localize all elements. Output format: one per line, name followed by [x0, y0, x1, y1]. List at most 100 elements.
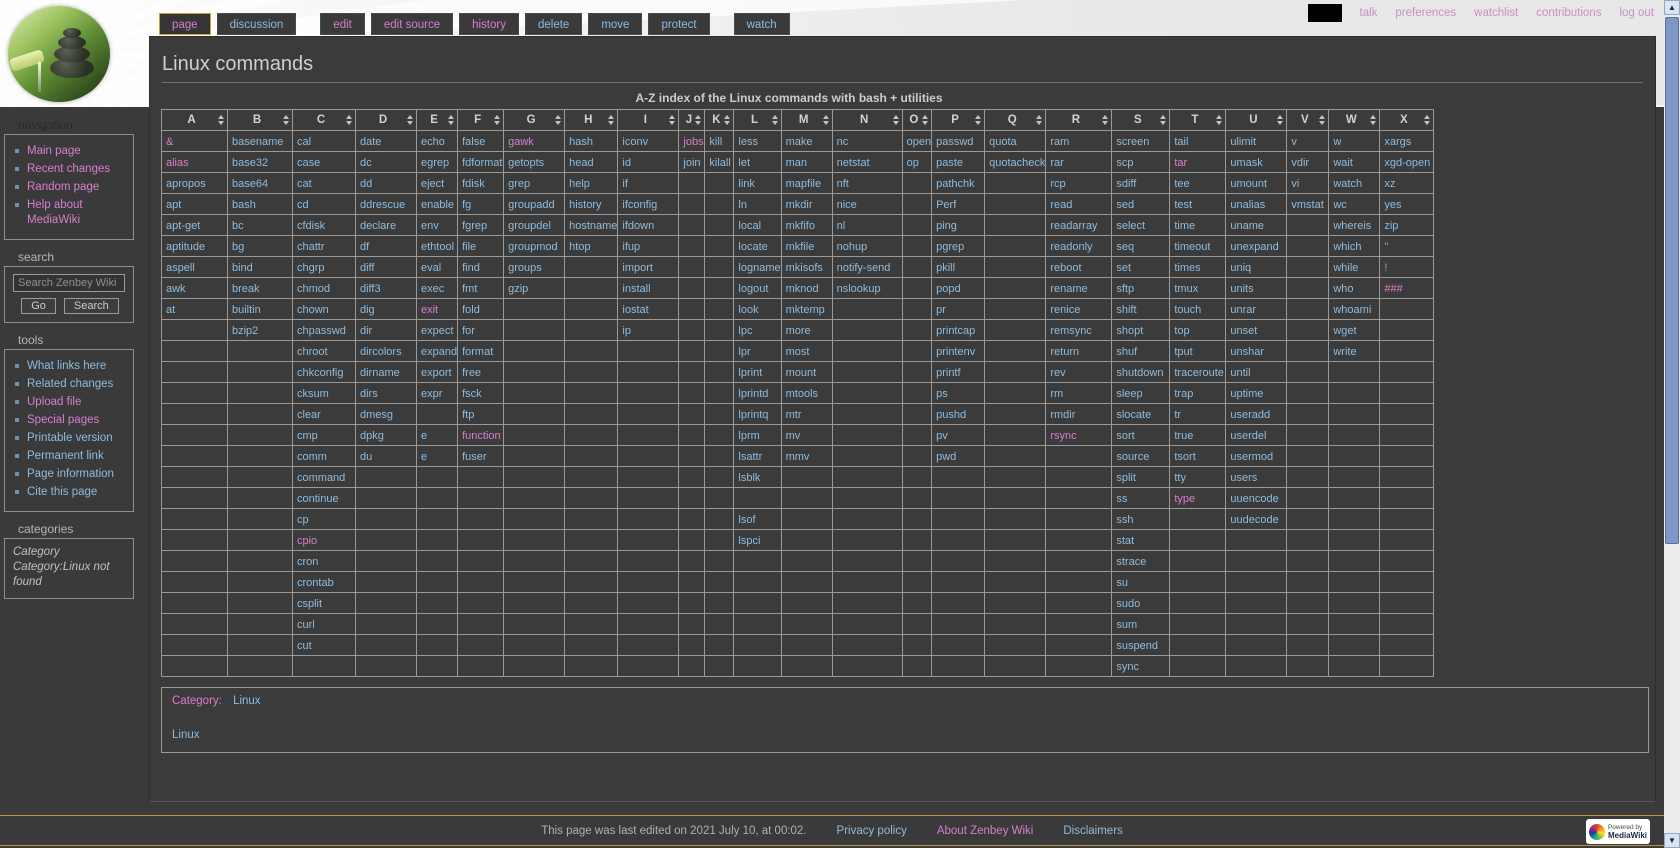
command-link-diff[interactable]: diff — [360, 262, 374, 274]
command-link-unexpand[interactable]: unexpand — [1230, 241, 1278, 253]
command-link-exit[interactable]: exit — [421, 304, 438, 316]
command-link-pr[interactable]: pr — [936, 304, 946, 316]
command-link-zip[interactable]: zip — [1384, 220, 1398, 232]
command-link-cmp[interactable]: cmp — [297, 430, 318, 442]
command-link-shutdown[interactable]: shutdown — [1116, 367, 1163, 379]
command-link-hash[interactable]: hash — [569, 136, 593, 148]
command-link-suspend[interactable]: suspend — [1116, 640, 1158, 652]
command-link-date[interactable]: date — [360, 136, 381, 148]
command-link-logname[interactable]: logname — [738, 262, 780, 274]
footer-link-about-zenbey-wiki[interactable]: About Zenbey Wiki — [937, 825, 1034, 837]
user-link-contributions[interactable]: contributions — [1536, 7, 1601, 19]
command-link-env[interactable]: env — [421, 220, 439, 232]
command-link-ping[interactable]: ping — [936, 220, 957, 232]
command-link-mkisofs[interactable]: mkisofs — [786, 262, 823, 274]
command-link-nc[interactable]: nc — [837, 136, 849, 148]
column-header-I[interactable]: I — [618, 110, 679, 131]
command-link-if[interactable]: if — [622, 178, 628, 190]
command-link-eval[interactable]: eval — [421, 262, 441, 274]
command-link-pwd[interactable]: pwd — [936, 451, 956, 463]
command-link-dd[interactable]: dd — [360, 178, 372, 190]
tab-edit-source[interactable]: edit source — [371, 13, 453, 35]
command-link-logout[interactable]: logout — [738, 283, 768, 295]
command-link-lsblk[interactable]: lsblk — [738, 472, 760, 484]
command-link-rm[interactable]: rm — [1050, 388, 1063, 400]
command-link-less[interactable]: less — [738, 136, 758, 148]
command-link-tsort[interactable]: tsort — [1174, 451, 1195, 463]
command-link-local[interactable]: local — [738, 220, 761, 232]
wiki-logo[interactable] — [8, 6, 110, 102]
column-header-A[interactable]: A — [162, 110, 228, 131]
command-link-dir[interactable]: dir — [360, 325, 372, 337]
command-link-rename[interactable]: rename — [1050, 283, 1087, 295]
command-link-chpasswd[interactable]: chpasswd — [297, 325, 346, 337]
column-header-D[interactable]: D — [356, 110, 417, 131]
command-link-crontab[interactable]: crontab — [297, 577, 334, 589]
search-input[interactable] — [13, 274, 125, 292]
command-link-mtr[interactable]: mtr — [786, 409, 802, 421]
command-link-diff3[interactable]: diff3 — [360, 283, 381, 295]
user-link-log-out[interactable]: log out — [1619, 7, 1654, 19]
tab-discussion[interactable]: discussion — [217, 13, 297, 35]
command-link-userdel[interactable]: userdel — [1230, 430, 1266, 442]
command-link-units[interactable]: units — [1230, 283, 1253, 295]
command-link-vdir[interactable]: vdir — [1291, 157, 1309, 169]
command-link-let[interactable]: let — [738, 157, 750, 169]
command-link-yes[interactable]: yes — [1384, 199, 1401, 211]
command-link-read[interactable]: read — [1050, 199, 1072, 211]
command-link-enable[interactable]: enable — [421, 199, 454, 211]
command-link-whoami[interactable]: whoami — [1333, 304, 1371, 316]
tab-history[interactable]: history — [459, 13, 519, 35]
command-link-apropos[interactable]: apropos — [166, 178, 206, 190]
command-link-cal[interactable]: cal — [297, 136, 311, 148]
command-link-quota[interactable]: quota — [989, 136, 1017, 148]
command-link-lpr[interactable]: lpr — [738, 346, 750, 358]
command-link-hostname[interactable]: hostname — [569, 220, 617, 232]
column-header-T[interactable]: T — [1170, 110, 1226, 131]
command-link-man[interactable]: man — [786, 157, 807, 169]
command-link-clear[interactable]: clear — [297, 409, 321, 421]
command-link-wait[interactable]: wait — [1333, 157, 1353, 169]
command-link-return[interactable]: return — [1050, 346, 1079, 358]
command-link-groupadd[interactable]: groupadd — [508, 199, 555, 211]
command-link-wc[interactable]: wc — [1333, 199, 1346, 211]
command-link-v[interactable]: v — [1291, 136, 1297, 148]
command-link-write[interactable]: write — [1333, 346, 1356, 358]
command-link-mknod[interactable]: mknod — [786, 283, 819, 295]
scrollbar-thumb[interactable] — [1665, 17, 1679, 544]
command-link-pv[interactable]: pv — [936, 430, 948, 442]
command-link-expr[interactable]: expr — [421, 388, 442, 400]
command-link-lprintq[interactable]: lprintq — [738, 409, 768, 421]
command-link-sed[interactable]: sed — [1116, 199, 1134, 211]
command-link-ssh[interactable]: ssh — [1116, 514, 1133, 526]
command-link-fgrep[interactable]: fgrep — [462, 220, 487, 232]
command-link-mkdir[interactable]: mkdir — [786, 199, 813, 211]
command-link-uptime[interactable]: uptime — [1230, 388, 1263, 400]
command-link-printenv[interactable]: printenv — [936, 346, 975, 358]
column-header-V[interactable]: V — [1287, 110, 1329, 131]
user-link-preferences[interactable]: preferences — [1395, 7, 1456, 19]
command-link-for[interactable]: for — [462, 325, 475, 337]
command-link-shopt[interactable]: shopt — [1116, 325, 1143, 337]
command-link-fuser[interactable]: fuser — [462, 451, 486, 463]
command-link-case[interactable]: case — [297, 157, 320, 169]
command-link-trap[interactable]: trap — [1174, 388, 1193, 400]
command-link-&[interactable]: & — [166, 136, 173, 148]
command-link-history[interactable]: history — [569, 199, 601, 211]
command-link-ifup[interactable]: ifup — [622, 241, 640, 253]
command-link-tmux[interactable]: tmux — [1174, 283, 1198, 295]
command-link-strace[interactable]: strace — [1116, 556, 1146, 568]
command-link-sum[interactable]: sum — [1116, 619, 1137, 631]
user-link-talk[interactable]: talk — [1360, 7, 1378, 19]
nav-link-random-page[interactable]: Random page — [27, 181, 99, 193]
command-link-uniq[interactable]: uniq — [1230, 262, 1251, 274]
command-link-pgrep[interactable]: pgrep — [936, 241, 964, 253]
command-link-base64[interactable]: base64 — [232, 178, 268, 190]
footer-link-disclaimers[interactable]: Disclaimers — [1063, 825, 1122, 837]
command-link-exec[interactable]: exec — [421, 283, 444, 295]
command-link-aptitude[interactable]: aptitude — [166, 241, 205, 253]
command-link-dmesg[interactable]: dmesg — [360, 409, 393, 421]
column-header-J[interactable]: J — [679, 110, 705, 131]
column-header-K[interactable]: K — [705, 110, 734, 131]
command-link-break[interactable]: break — [232, 283, 260, 295]
